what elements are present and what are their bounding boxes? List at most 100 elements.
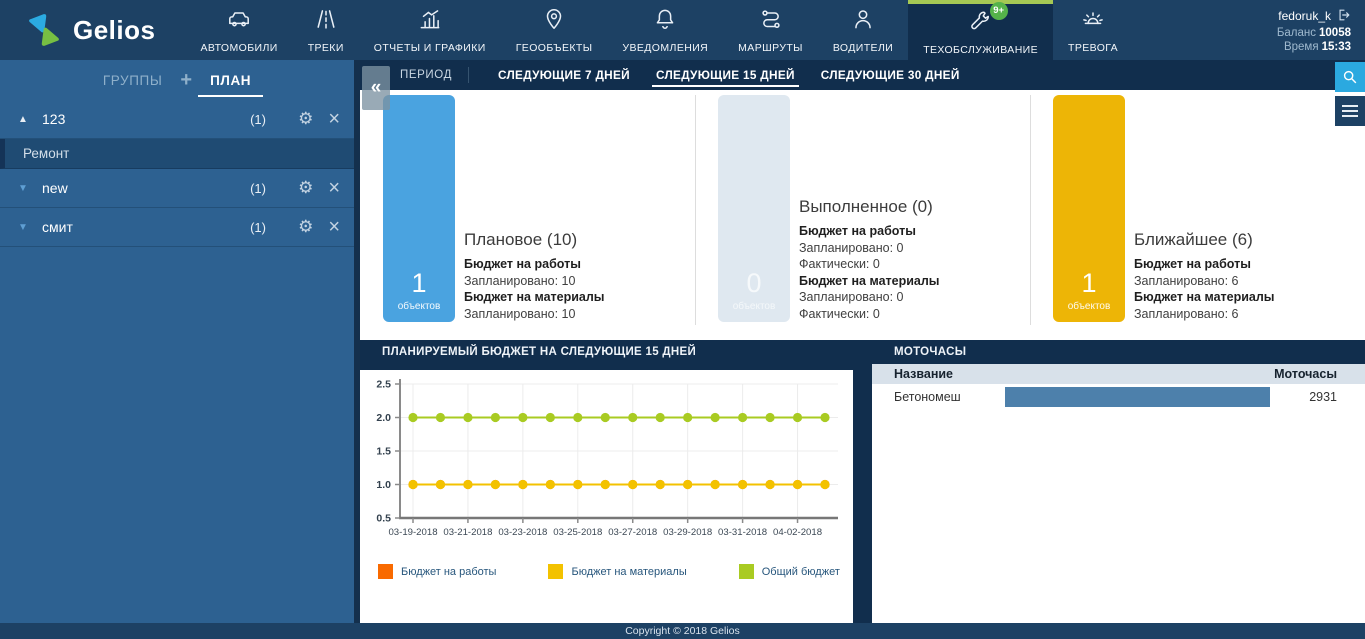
nav-item-alarm[interactable]: ТРЕВОГА <box>1053 0 1133 60</box>
legend-swatch <box>378 564 393 579</box>
nav-label: МАРШРУТЫ <box>738 42 803 54</box>
sidebar-item-label: смит <box>42 219 250 235</box>
nav-label: ТРЕВОГА <box>1068 42 1118 54</box>
tab-next-30-days[interactable]: СЛЕДУЮЩИЕ 30 ДНЕЙ <box>808 60 973 90</box>
completed-count-bar: 0 объектов <box>718 95 790 322</box>
svg-text:0.5: 0.5 <box>376 513 391 525</box>
time-label: Время <box>1284 41 1319 53</box>
collapse-triangle-icon[interactable]: ▲ <box>18 114 42 125</box>
hours-bar <box>1005 387 1270 407</box>
svg-text:03-27-2018: 03-27-2018 <box>608 527 657 538</box>
card-line: Бюджет на работы <box>1134 256 1274 273</box>
period-bar: ПЕРИОД СЛЕДУЮЩИЕ 7 ДНЕЙ СЛЕДУЮЩИЕ 15 ДНЕ… <box>360 60 1365 90</box>
motohours-panel: МОТОЧАСЫ Название Моточасы Бетономеш 293… <box>872 340 1365 623</box>
budget-panel: ПЛАНИРУЕМЫЙ БЮДЖЕТ НА СЛЕДУЮЩИЕ 15 ДНЕЙ … <box>360 340 853 624</box>
upcoming-count-bar: 1 объектов <box>1053 95 1125 322</box>
gear-icon[interactable]: ⚙ <box>298 178 313 198</box>
card-line: Запланировано: 0 <box>799 289 939 306</box>
nav-item-maintenance[interactable]: 9+ ТЕХОБСЛУЖИВАНИЕ <box>908 0 1053 60</box>
nav-item-reports[interactable]: ОТЧЕТЫ И ГРАФИКИ <box>359 0 501 60</box>
gear-icon[interactable]: ⚙ <box>298 217 313 237</box>
close-icon[interactable]: × <box>328 220 340 234</box>
svg-text:03-21-2018: 03-21-2018 <box>443 527 492 538</box>
card-line: Запланировано: 0 <box>799 240 939 257</box>
tab-next-7-days[interactable]: СЛЕДУЮЩИЕ 7 ДНЕЙ <box>485 60 643 90</box>
object-unit: объектов <box>398 301 441 312</box>
svg-text:2.5: 2.5 <box>376 379 391 391</box>
svg-text:03-19-2018: 03-19-2018 <box>388 527 437 538</box>
driver-icon <box>850 6 876 37</box>
sidebar-item-smit[interactable]: ▼ смит (1) ⚙ × <box>0 208 354 247</box>
nav-item-cars[interactable]: АВТОМОБИЛИ <box>185 0 292 60</box>
logo[interactable]: Gelios <box>0 0 185 60</box>
tab-next-15-days[interactable]: СЛЕДУЮЩИЕ 15 ДНЕЙ <box>643 60 808 90</box>
nav-item-tracks[interactable]: ТРЕКИ <box>293 0 359 60</box>
sidebar-item-count: (1) <box>250 181 298 196</box>
sidebar-subitem-remont[interactable]: Ремонт <box>0 139 354 169</box>
card-line: Запланировано: 10 <box>464 273 604 290</box>
tab-groups[interactable]: ГРУППЫ <box>103 73 163 88</box>
card-planned: 1 объектов Плановое (10) Бюджет на работ… <box>360 95 695 322</box>
username: fedoruk_k <box>1278 9 1331 23</box>
nav-item-geoobjects[interactable]: ГЕООБЪЕКТЫ <box>501 0 608 60</box>
main-content: « ПЕРИОД СЛЕДУЮЩИЕ 7 ДНЕЙ СЛЕДУЮЩИЕ 15 Д… <box>360 60 1365 639</box>
nav-item-drivers[interactable]: ВОДИТЕЛИ <box>818 0 908 60</box>
route-icon <box>758 6 784 37</box>
nav-item-notifications[interactable]: УВЕДОМЛЕНИЯ <box>607 0 723 60</box>
logo-text: Gelios <box>73 15 155 46</box>
menu-button[interactable] <box>1335 96 1365 126</box>
bottom-panels: ПЛАНИРУЕМЫЙ БЮДЖЕТ НА СЛЕДУЮЩИЕ 15 ДНЕЙ … <box>360 340 1365 623</box>
search-button[interactable] <box>1335 62 1365 92</box>
card-line: Запланировано: 6 <box>1134 273 1274 290</box>
svg-text:04-02-2018: 04-02-2018 <box>773 527 822 538</box>
chart-legend: Бюджет на работы Бюджет на материалы Общ… <box>360 564 853 579</box>
legend-item-total: Общий бюджет <box>739 564 840 579</box>
svg-text:03-29-2018: 03-29-2018 <box>663 527 712 538</box>
legend-swatch <box>739 564 754 579</box>
top-navbar: Gelios АВТОМОБИЛИ ТРЕКИ <box>0 0 1365 60</box>
expand-triangle-icon[interactable]: ▼ <box>18 183 42 194</box>
add-group-icon[interactable]: + <box>180 69 192 92</box>
logout-icon[interactable] <box>1337 8 1351 25</box>
card-line: Бюджет на материалы <box>464 289 604 306</box>
card-upcoming: 1 объектов Ближайшее (6) Бюджет на работ… <box>1030 95 1365 322</box>
bell-icon <box>652 6 678 37</box>
sidebar-item-123[interactable]: ▲ 123 (1) ⚙ × <box>0 100 354 139</box>
sidebar-collapse-button[interactable]: « <box>362 66 390 110</box>
tab-plan[interactable]: ПЛАН <box>210 73 251 88</box>
sidebar-subitem-label: Ремонт <box>23 146 69 161</box>
nav-item-routes[interactable]: МАРШРУТЫ <box>723 0 818 60</box>
sidebar-item-label: new <box>42 180 250 196</box>
divider <box>468 67 469 83</box>
close-icon[interactable]: × <box>328 112 340 126</box>
road-icon <box>313 6 339 37</box>
maintenance-badge: 9+ <box>990 2 1008 20</box>
nav-label: ОТЧЕТЫ И ГРАФИКИ <box>374 42 486 54</box>
nav-label: УВЕДОМЛЕНИЯ <box>622 42 708 54</box>
footer: Copyright © 2018 Gelios <box>0 623 1365 639</box>
table-header: Название Моточасы <box>872 364 1365 384</box>
svg-text:03-31-2018: 03-31-2018 <box>718 527 767 538</box>
card-title: Плановое (10) <box>464 230 604 250</box>
sidebar-tabs: ГРУППЫ + ПЛАН <box>0 60 354 100</box>
sidebar-item-label: 123 <box>42 111 250 127</box>
budget-chart: 0.51.01.52.02.503-19-201803-21-201803-23… <box>360 370 853 548</box>
card-completed: 0 объектов Выполненное (0) Бюджет на раб… <box>695 95 1030 322</box>
close-icon[interactable]: × <box>328 181 340 195</box>
object-count: 1 <box>411 268 426 299</box>
nav-label: АВТОМОБИЛИ <box>200 42 277 54</box>
hamburger-icon <box>1342 105 1358 107</box>
card-title: Ближайшее (6) <box>1134 230 1274 250</box>
sidebar-item-new[interactable]: ▼ new (1) ⚙ × <box>0 169 354 208</box>
legend-item-works: Бюджет на работы <box>378 564 496 579</box>
gear-icon[interactable]: ⚙ <box>298 109 313 129</box>
legend-label: Общий бюджет <box>762 566 840 578</box>
legend-swatch <box>548 564 563 579</box>
table-row[interactable]: Бетономеш 2931 <box>872 384 1365 411</box>
object-count: 0 <box>746 268 761 299</box>
svg-text:1.0: 1.0 <box>376 479 391 491</box>
balance-value: 10058 <box>1319 27 1351 39</box>
motohours-panel-title: МОТОЧАСЫ <box>872 340 1365 364</box>
search-icon <box>1341 68 1359 86</box>
expand-triangle-icon[interactable]: ▼ <box>18 222 42 233</box>
